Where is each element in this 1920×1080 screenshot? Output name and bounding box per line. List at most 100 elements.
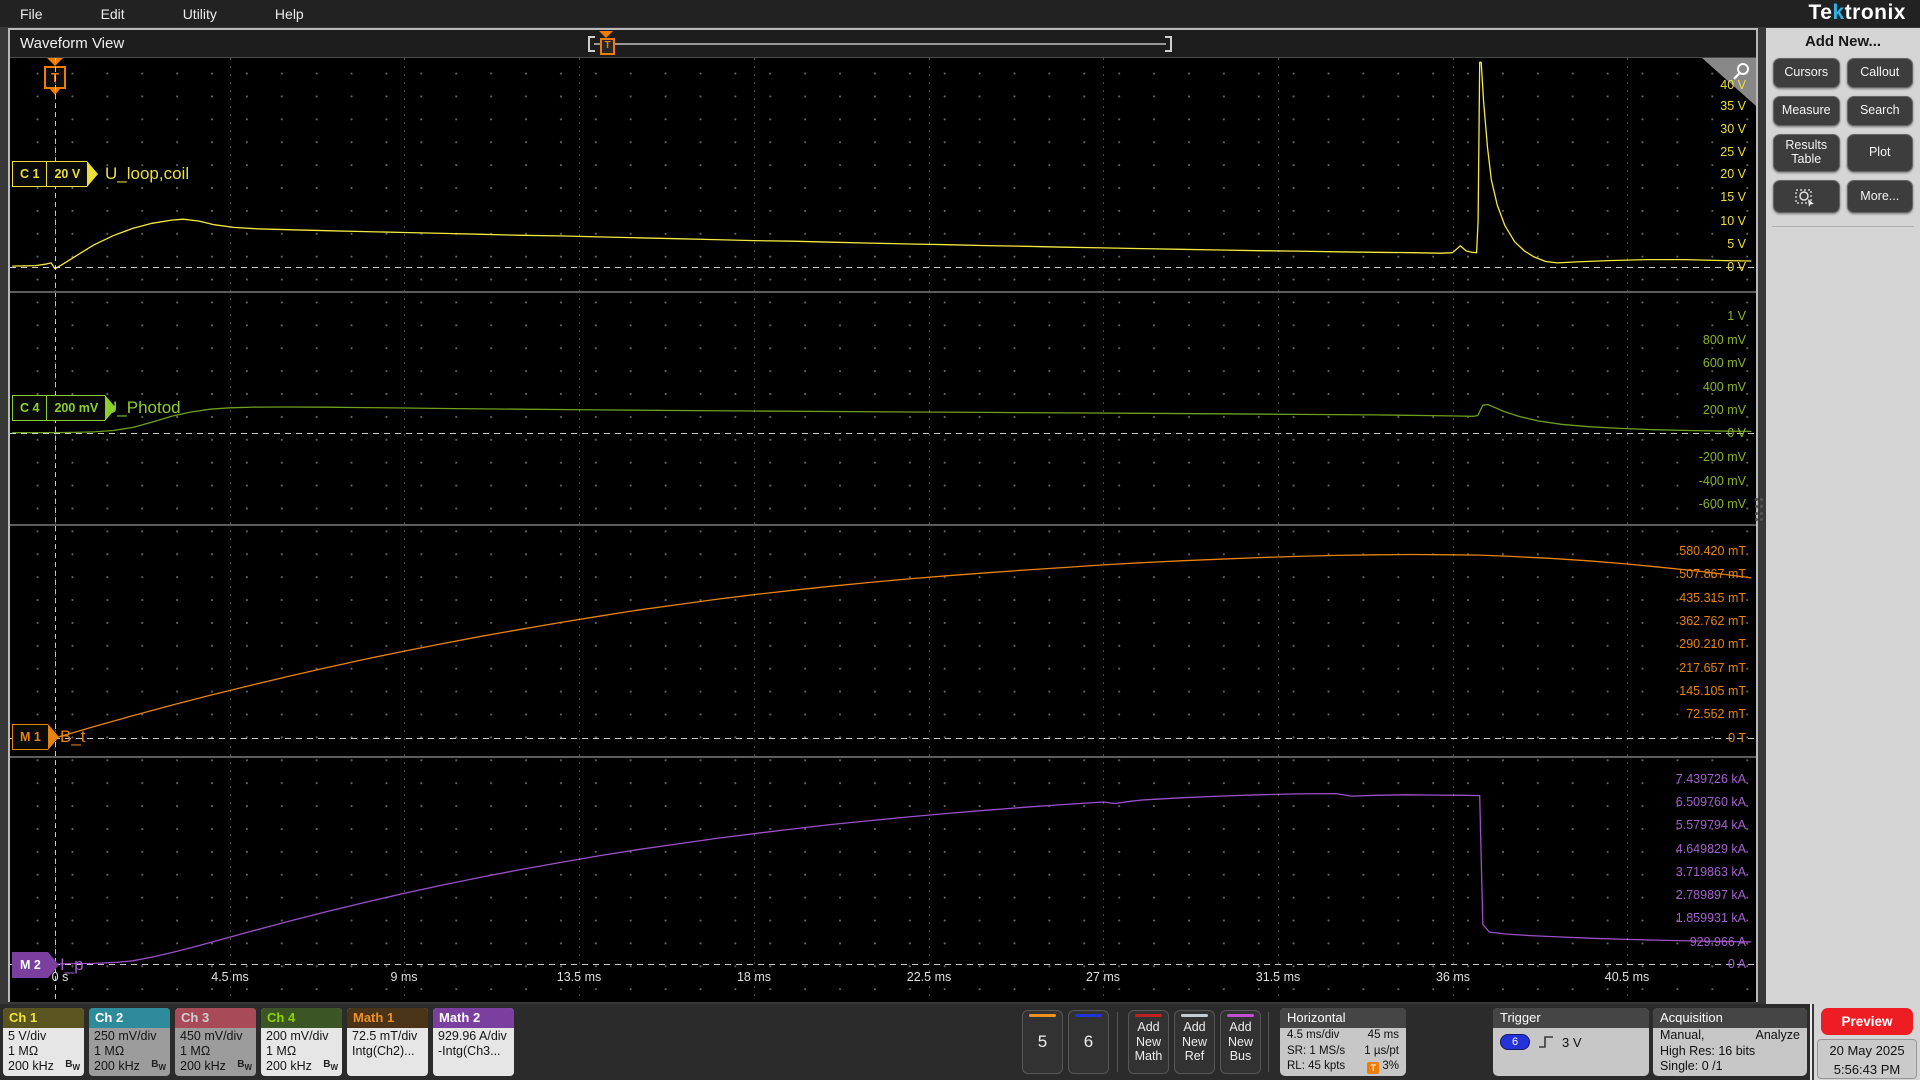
badge-header: Ch 1 <box>3 1008 84 1028</box>
y-axis-label-math1-millitesla: 72.552 mT <box>1686 707 1746 721</box>
horizontal-value-left: RL: 45 kpts <box>1287 1060 1346 1072</box>
badge-setting-row: 5 V/div <box>8 1029 47 1043</box>
badge-header: Math 1 <box>347 1008 428 1028</box>
horizontal-row: RL: 45 kpts T 3% <box>1280 1059 1406 1075</box>
y-axis-label-math2-kiloamps: 3.719863 kA <box>1675 865 1746 879</box>
trace-i-p-math-2 <box>12 792 1752 965</box>
badge-ch-4[interactable]: Ch 4 200 mV/div 1 MΩ 200 kHz BW <box>261 1008 342 1076</box>
waveform-view-title: Waveform View <box>20 35 125 52</box>
zero-reference-line <box>10 738 1756 739</box>
channel-5-button[interactable]: 5 <box>1022 1010 1063 1074</box>
channel-badge-m-2[interactable]: M 2 <box>12 952 59 978</box>
channel-badge-id: C 4 <box>12 395 47 421</box>
acquisition-single-count: Single: 0 /1 <box>1660 1059 1723 1073</box>
panel-drag-grip[interactable] <box>1755 498 1764 524</box>
menu-item-utility[interactable]: Utility <box>183 6 217 22</box>
badge-math-1[interactable]: Math 1 72.5 mT/div Intg(Ch2)... <box>347 1008 428 1076</box>
side-button-search[interactable]: Search <box>1846 96 1913 126</box>
channel-badge-id: C 1 <box>12 161 47 187</box>
button-add-new-bus[interactable]: Add New Bus <box>1220 1010 1261 1074</box>
horizontal-value-right: 1 µs/pt <box>1364 1044 1399 1057</box>
acquisition-mode: Manual, <box>1660 1028 1705 1042</box>
side-button-callout[interactable]: Callout <box>1846 58 1913 88</box>
y-axis-label-ch4-millivolts: 0 V <box>1727 426 1746 440</box>
channel-color-stripe <box>1029 1014 1056 1017</box>
zoom-select-button[interactable] <box>1773 180 1840 213</box>
side-button-cursors[interactable]: Cursors <box>1773 58 1840 88</box>
spare-channel-buttons: 56 <box>1022 1010 1109 1074</box>
acquisition-panel[interactable]: Acquisition Manual, Analyze High Res: 16… <box>1653 1008 1807 1076</box>
badge-ch-2[interactable]: Ch 2 250 mV/div 1 MΩ 200 kHz BW <box>89 1008 170 1076</box>
trigger-t-icon: T <box>1367 1062 1380 1074</box>
trigger-position-arrow-icon <box>599 31 613 38</box>
button-color-stripe <box>1181 1014 1208 1017</box>
side-button-results-table[interactable]: Results Table <box>1773 134 1840 172</box>
y-axis-label-math2-kiloamps: 0 A <box>1727 957 1746 971</box>
y-axis-label-math1-millitesla: 290.210 mT <box>1679 637 1746 651</box>
x-axis-label: 9 ms <box>390 970 418 984</box>
channel-badge-id: M 2 <box>12 952 48 978</box>
y-axis-label-ch1-volts: 10 V <box>1720 214 1746 228</box>
badge-ch-1[interactable]: Ch 15 V/div 1 MΩ 200 kHz BW <box>3 1008 84 1076</box>
tektronix-logo: Tektronix <box>1808 1 1906 24</box>
add-new-buttons: Add New Math Add New Ref Add New Bus <box>1128 1010 1261 1074</box>
waveform-plot-area[interactable]: T 40 V35 V30 V25 V20 V15 V10 V5 V0 V1 V8… <box>10 58 1756 1002</box>
y-axis-label-ch4-millivolts: 800 mV <box>1702 333 1746 347</box>
y-axis-label-math1-millitesla: 217.657 mT <box>1679 661 1746 675</box>
x-axis-label: 22.5 ms <box>906 970 952 984</box>
y-axis-label-ch1-volts: 30 V <box>1720 122 1746 136</box>
channel-6-button[interactable]: 6 <box>1068 1010 1109 1074</box>
badge-setting-row: -Intg(Ch3... <box>438 1044 501 1058</box>
add-new-title: Add New... <box>1804 33 1882 50</box>
menu-item-help[interactable]: Help <box>275 6 304 22</box>
side-button-plot[interactable]: Plot <box>1846 134 1913 172</box>
badge-setting-row: 250 mV/div <box>94 1029 157 1043</box>
channel-badge-tip-icon <box>87 161 99 187</box>
bottom-right-area: Preview 20 May 2025 5:56:43 PM <box>1814 1004 1920 1080</box>
grid-vline <box>579 58 580 1002</box>
badge-setting-row: 1 MΩ <box>266 1044 297 1058</box>
horizontal-position-slider[interactable]: T <box>588 31 1172 55</box>
channel-badge-c-1[interactable]: C 1 20 V <box>12 161 99 187</box>
side-panel-divider <box>1772 226 1914 227</box>
menu-item-edit[interactable]: Edit <box>101 6 125 22</box>
y-axis-label-ch1-volts: 15 V <box>1720 190 1746 204</box>
grid-vline <box>1103 58 1104 1002</box>
badge-header: Ch 2 <box>89 1008 170 1028</box>
bandwidth-limit-icon: BW <box>151 1059 166 1072</box>
menu-item-file[interactable]: File <box>20 6 43 22</box>
badge-math-2[interactable]: Math 2 929.96 A/div -Intg(Ch3... <box>433 1008 514 1076</box>
y-axis-label-ch1-volts: 25 V <box>1720 145 1746 159</box>
waveform-view-titlebar: Waveform View T <box>10 30 1756 58</box>
badge-settings: 72.5 mT/div Intg(Ch2)... <box>347 1028 428 1076</box>
preview-button[interactable]: Preview <box>1821 1008 1913 1035</box>
x-axis-label: 4.5 ms <box>211 970 249 984</box>
trace-label-u-loop-coil: U_loop,coil <box>105 164 190 183</box>
grid-vline <box>1453 58 1454 1002</box>
channel-badge-c-4[interactable]: C 4 200 mV <box>12 395 117 421</box>
trigger-vline <box>55 58 56 1002</box>
channel-badge-m-1[interactable]: M 1 <box>12 724 59 750</box>
side-button-more[interactable]: More... <box>1846 180 1913 213</box>
channel-badge-id: M 1 <box>12 724 48 750</box>
horizontal-panel[interactable]: Horizontal 4.5 ms/div 45 ms SR: 1 MS/s 1 µs… <box>1280 1008 1406 1076</box>
trigger-panel[interactable]: Trigger 6 3 V <box>1493 1008 1649 1076</box>
x-axis-label: 40.5 ms <box>1604 970 1650 984</box>
y-axis-label-math2-kiloamps: 929.966 A <box>1689 935 1746 949</box>
grid-vline <box>1627 58 1628 1002</box>
trace-b-t-math-1 <box>12 553 1752 739</box>
trigger-position-marker[interactable]: T <box>600 38 615 55</box>
side-button-measure[interactable]: Measure <box>1773 96 1840 126</box>
y-axis-label-ch4-millivolts: -400 mV <box>1698 474 1746 488</box>
badge-ch-3[interactable]: Ch 3 450 mV/div 1 MΩ 200 kHz BW <box>175 1008 256 1076</box>
horizontal-panel-title: Horizontal <box>1280 1008 1406 1028</box>
button-add-new-ref[interactable]: Add New Ref <box>1174 1010 1215 1074</box>
y-axis-label-math2-kiloamps: 7.439726 kA <box>1675 772 1746 786</box>
datetime-display[interactable]: 20 May 2025 5:56:43 PM <box>1817 1039 1917 1079</box>
y-axis-label-ch4-millivolts: 600 mV <box>1702 356 1746 370</box>
button-add-new-math[interactable]: Add New Math <box>1128 1010 1169 1074</box>
waveform-traces <box>12 61 1752 965</box>
y-axis-label-ch4-millivolts: 200 mV <box>1702 403 1746 417</box>
button-color-stripe <box>1227 1014 1254 1017</box>
y-axis-label-ch4-millivolts: -200 mV <box>1698 450 1746 464</box>
